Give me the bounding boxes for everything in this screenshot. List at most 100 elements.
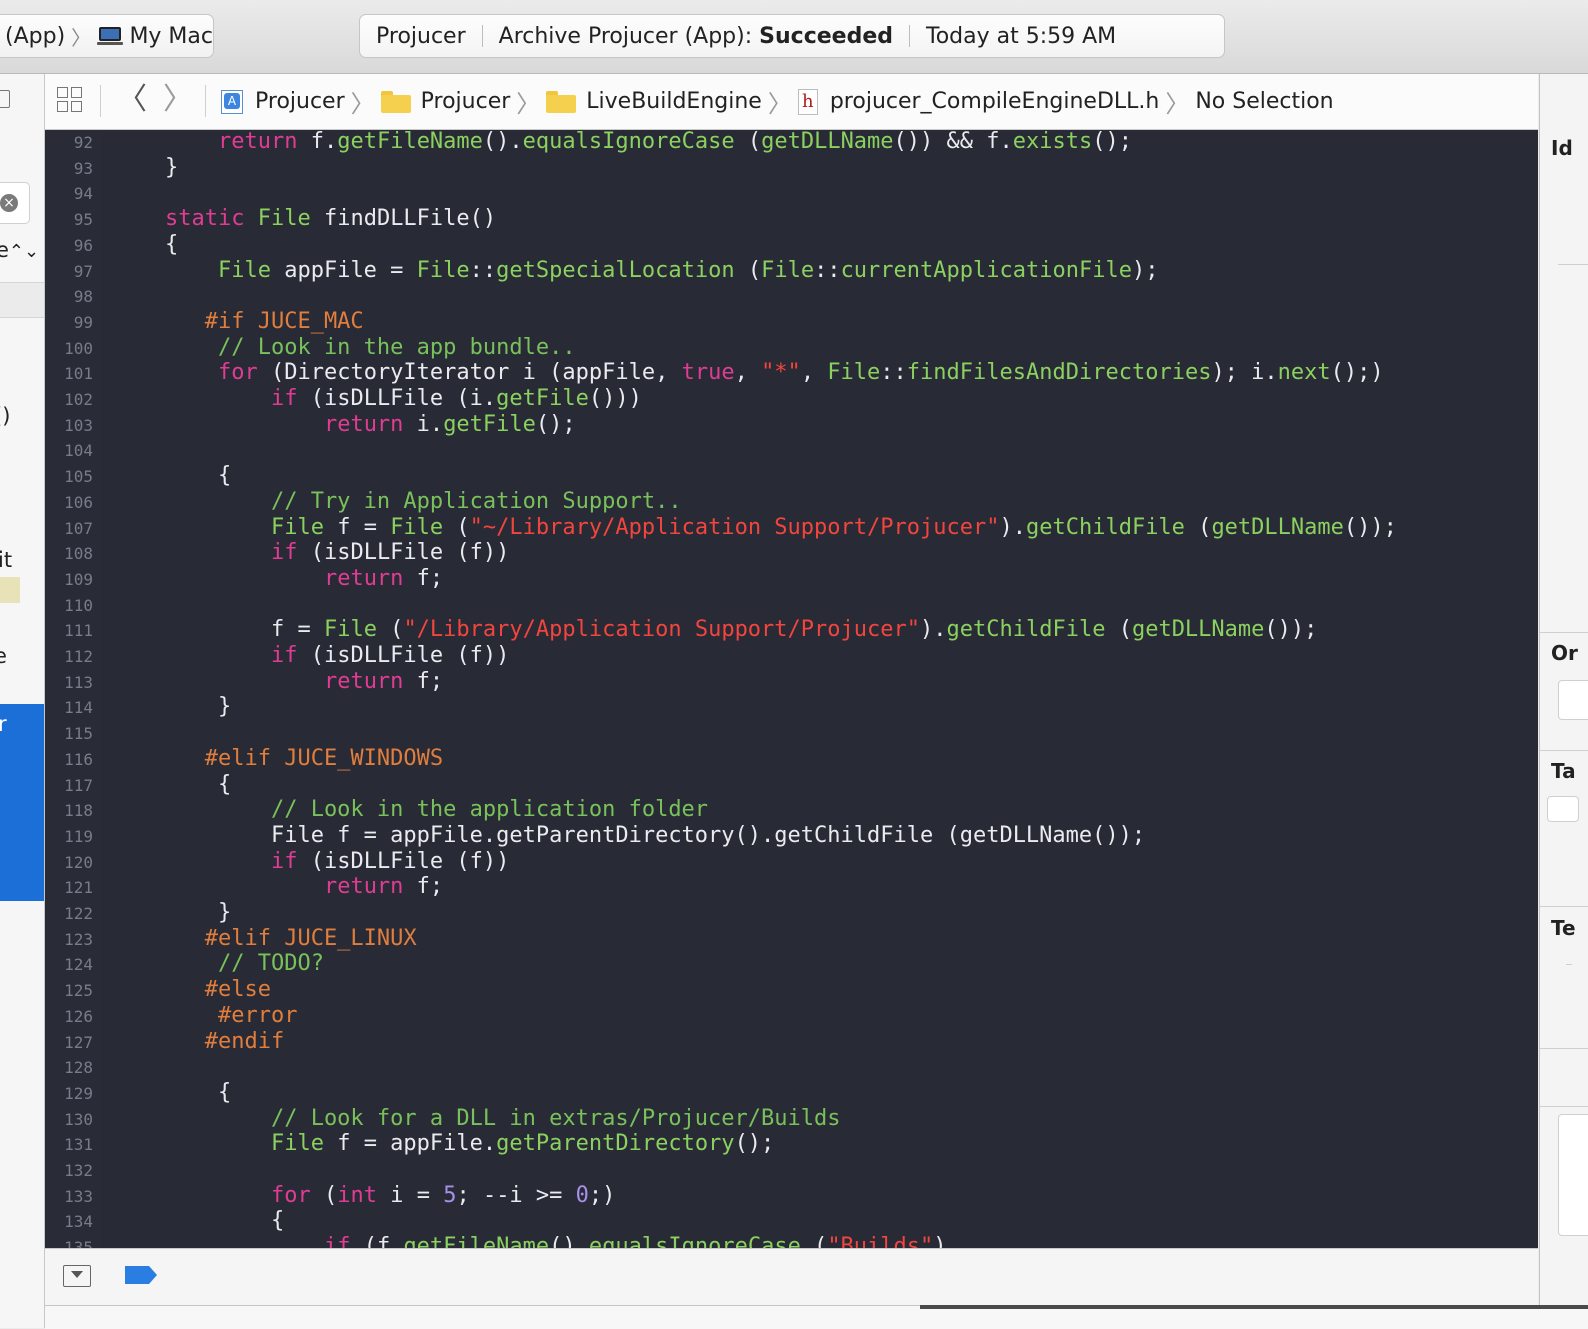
code-token: );: [1131, 257, 1159, 283]
breakpoints-toggle-icon[interactable]: [125, 1266, 157, 1284]
inspector-section-identity: Id: [1551, 136, 1573, 160]
code-token: 5: [443, 1182, 457, 1208]
code-token: static: [165, 206, 245, 232]
activity-viewer[interactable]: Projucer Archive Projucer (App): Succeed…: [359, 14, 1225, 58]
code-line: return f.getFileName().equalsIgnoreCase …: [165, 130, 1132, 154]
navigator-selected-item[interactable]: r: [0, 704, 44, 901]
navigator-filter-icon[interactable]: [0, 90, 10, 108]
code-token: File: [270, 514, 324, 540]
code-token: "~/Library/Application Support/Projucer": [469, 514, 1000, 540]
code-token: (: [734, 257, 762, 283]
breadcrumb-symbol[interactable]: No Selection: [1195, 89, 1333, 114]
code-token: if: [270, 643, 298, 668]
code-line: }: [165, 900, 231, 925]
code-line: f = File ("/Library/Application Support/…: [165, 617, 1317, 642]
code-token: f;: [403, 565, 444, 591]
line-number: 101: [64, 364, 93, 384]
inspector-section-on-demand: Or: [1551, 641, 1578, 665]
code-token: ::: [880, 360, 907, 386]
code-line: #endif: [165, 1029, 284, 1054]
navigator-item[interactable]: it: [0, 548, 12, 572]
header-file-icon: h: [797, 88, 818, 115]
related-items-icon[interactable]: [57, 87, 85, 115]
inspector-field[interactable]: [1558, 680, 1588, 720]
code-token: if: [270, 386, 298, 411]
chevron-right-icon[interactable]: 〉: [163, 82, 193, 118]
code-token: #elif JUCE_WINDOWS: [165, 745, 444, 771]
code-token: }: [165, 900, 232, 925]
code-token: (isDLLFile (f)): [297, 540, 510, 566]
code-line: #error: [165, 1003, 297, 1028]
breadcrumb-label: No Selection: [1195, 89, 1334, 114]
inspector-library[interactable]: [1558, 1114, 1588, 1236]
breadcrumb-group[interactable]: Projucer: [380, 89, 510, 114]
line-number: 122: [64, 904, 93, 923]
code-token: f;: [403, 874, 444, 900]
line-number: 103: [64, 415, 93, 435]
code-token: equalsIgnoreCase: [522, 130, 735, 154]
code-token: f =: [323, 514, 391, 540]
code-line: return i.getFile();: [165, 412, 576, 437]
code-token: i =: [376, 1182, 444, 1208]
source-editor[interactable]: 92 93 94 95 96 97 98 99 100 101 102 103 104 105 106 107…: [45, 130, 1538, 1248]
code-line: static File findDLLFile(): [165, 206, 496, 231]
code-token: ); i.: [1211, 360, 1278, 386]
code-token: ): [933, 1234, 947, 1248]
code-token: ();): [1330, 360, 1384, 386]
code-token: File: [827, 360, 881, 386]
code-token: getDLLName: [761, 130, 894, 154]
navigator-scope-popup[interactable]: e⌃⌄: [0, 238, 39, 262]
breadcrumb-group[interactable]: LiveBuildEngine: [546, 89, 762, 114]
code-token: File f = appFile.getParentDirectory().ge…: [165, 822, 1146, 848]
breadcrumb-separator-icon: 〉: [350, 90, 375, 118]
code-line: return f;: [165, 669, 443, 694]
navigator-highlight: [0, 577, 20, 603]
code-token: if: [270, 540, 298, 566]
code-token: getChildFile: [1025, 514, 1185, 540]
code-token: ();: [1092, 130, 1132, 154]
breadcrumb-file[interactable]: h projucer_CompileEngineDLL.h: [797, 88, 1159, 115]
jumpbar-divider: [100, 85, 101, 117]
line-number: 100: [64, 338, 93, 358]
breadcrumb-separator-icon: 〉: [1165, 90, 1190, 118]
inspector-checkbox[interactable]: [1547, 796, 1579, 822]
code-token: (isDLLFile (i.: [297, 386, 497, 411]
code-token: findFilesAndDirectories: [906, 360, 1212, 386]
clear-search-icon[interactable]: ×: [0, 194, 18, 212]
inspector-section-text: Te: [1551, 916, 1576, 940]
code-token: if: [270, 848, 298, 874]
breadcrumb-project[interactable]: A Projucer: [221, 89, 345, 114]
chevron-left-icon[interactable]: 〈: [117, 82, 147, 118]
line-number-gutter[interactable]: 92 93 94 95 96 97 98 99 100 101 102 103 104 105 106 107…: [45, 130, 102, 1248]
code-token: (: [800, 1234, 828, 1248]
code-line: if (f.getFileName().equalsIgnoreCase ("B…: [165, 1234, 947, 1248]
inspector-divider: [1540, 632, 1588, 633]
code-token: #if JUCE_MAC: [165, 308, 364, 334]
line-number: 134: [64, 1212, 93, 1232]
navigator-selected-label: r: [0, 712, 7, 736]
line-number: 123: [64, 929, 93, 949]
navigator-item[interactable]: e: [0, 644, 7, 668]
scheme-selector[interactable]: (App) 〉 My Mac: [0, 14, 214, 58]
code-token: {: [165, 771, 232, 797]
code-token: ).: [920, 617, 947, 643]
hide-debug-area-icon[interactable]: [63, 1265, 91, 1287]
code-token: (: [310, 1182, 338, 1208]
code-token: (: [1105, 617, 1132, 643]
navigator-item[interactable]: (): [0, 404, 10, 428]
code-token: getFileName: [337, 130, 483, 154]
laptop-icon: [97, 27, 124, 45]
line-number: 130: [64, 1109, 93, 1129]
code-token: currentApplicationFile: [840, 257, 1132, 283]
code-token: {: [165, 231, 179, 257]
code-token: getSpecialLocation: [496, 257, 735, 283]
line-number: 98: [73, 287, 93, 307]
code-token: return: [323, 411, 404, 437]
code-line: for (DirectoryIterator i (appFile, true,…: [165, 360, 1384, 385]
inspector-panel: Id Or Ta Te: [1539, 74, 1588, 1305]
line-number: 112: [64, 647, 93, 666]
